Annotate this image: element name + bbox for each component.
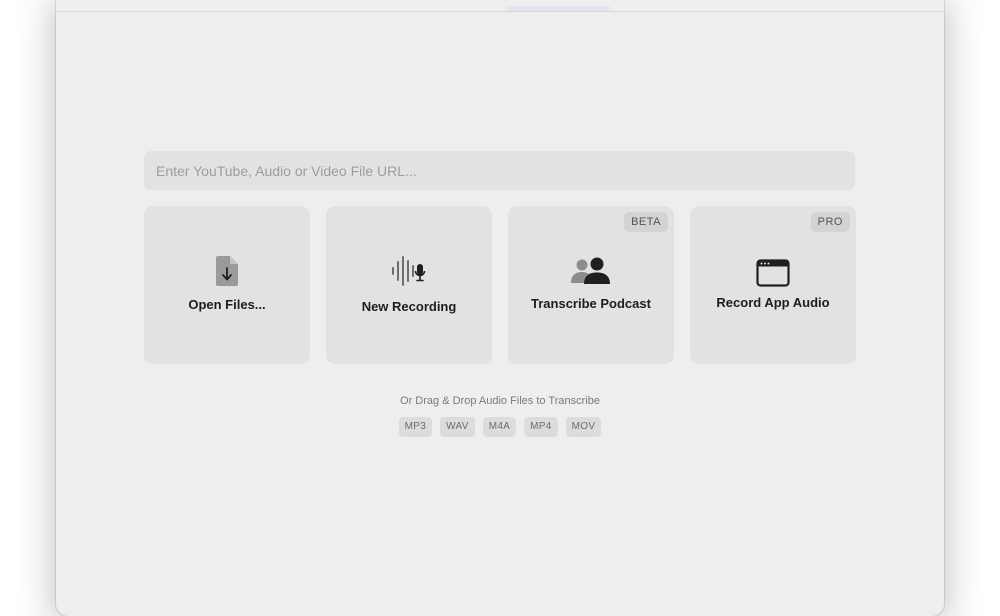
format-tag: M4A xyxy=(482,417,517,437)
format-tag: WAV xyxy=(440,417,475,437)
url-input[interactable] xyxy=(144,151,855,190)
title-bar xyxy=(56,0,944,12)
record-app-audio-button[interactable]: PRO Record App Audio xyxy=(690,206,856,364)
people-icon xyxy=(571,257,611,290)
waveform-mic-icon xyxy=(391,256,427,291)
drag-drop-hint: Or Drag & Drop Audio Files to Transcribe xyxy=(400,395,600,407)
transcribe-podcast-button[interactable]: BETA Transcribe Podcast xyxy=(508,206,674,364)
app-window: Open Files... New Recording BETA xyxy=(56,0,944,616)
format-tag: MP3 xyxy=(398,417,433,437)
open-files-button[interactable]: Open Files... xyxy=(144,206,310,364)
file-download-icon xyxy=(215,255,239,292)
app-window-icon xyxy=(756,259,790,292)
toolbar-tab-indicator[interactable] xyxy=(506,6,610,11)
beta-badge: BETA xyxy=(624,212,668,232)
format-tag: MP4 xyxy=(524,417,558,437)
new-recording-label: New Recording xyxy=(361,299,457,314)
supported-formats: MP3 WAV M4A MP4 MOV xyxy=(56,417,944,437)
format-tag: MOV xyxy=(565,417,602,437)
transcribe-podcast-label: Transcribe Podcast xyxy=(531,296,651,311)
new-recording-button[interactable]: New Recording xyxy=(326,206,492,364)
open-files-label: Open Files... xyxy=(188,297,266,312)
record-app-audio-label: Record App Audio xyxy=(716,295,830,310)
pro-badge: PRO xyxy=(810,212,850,232)
